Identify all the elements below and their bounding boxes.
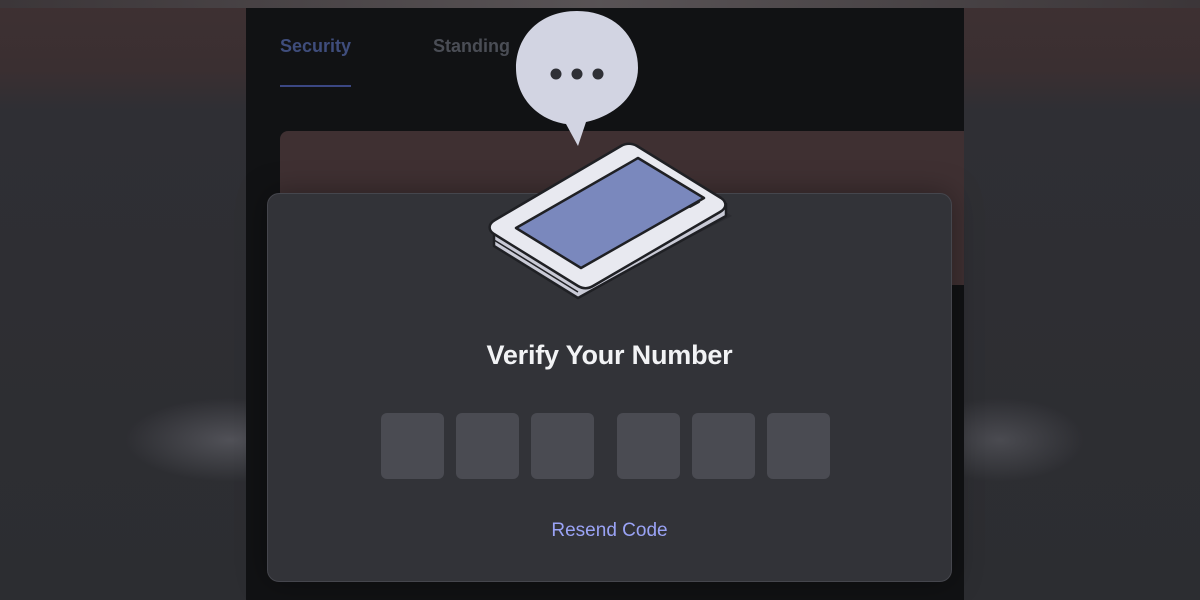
code-digit-1[interactable] <box>381 413 444 479</box>
speech-bubble-ellipsis-icon <box>516 11 638 146</box>
modal-title: Verify Your Number <box>486 340 733 370</box>
background-top-strip <box>0 0 1200 8</box>
code-digit-6[interactable] <box>767 413 830 479</box>
phone-illustration <box>488 11 732 300</box>
tab-security[interactable]: Security <box>280 36 352 87</box>
smartphone-icon <box>488 142 732 300</box>
resend-code-container: Resend Code <box>268 520 951 542</box>
code-digit-4[interactable] <box>617 413 680 479</box>
resend-code-link[interactable]: Resend Code <box>551 520 667 541</box>
code-digit-3[interactable] <box>531 413 594 479</box>
settings-tabs: Security Standing <box>280 36 510 87</box>
code-digit-2[interactable] <box>456 413 519 479</box>
verification-code-inputs <box>381 413 842 479</box>
code-digit-5[interactable] <box>692 413 755 479</box>
